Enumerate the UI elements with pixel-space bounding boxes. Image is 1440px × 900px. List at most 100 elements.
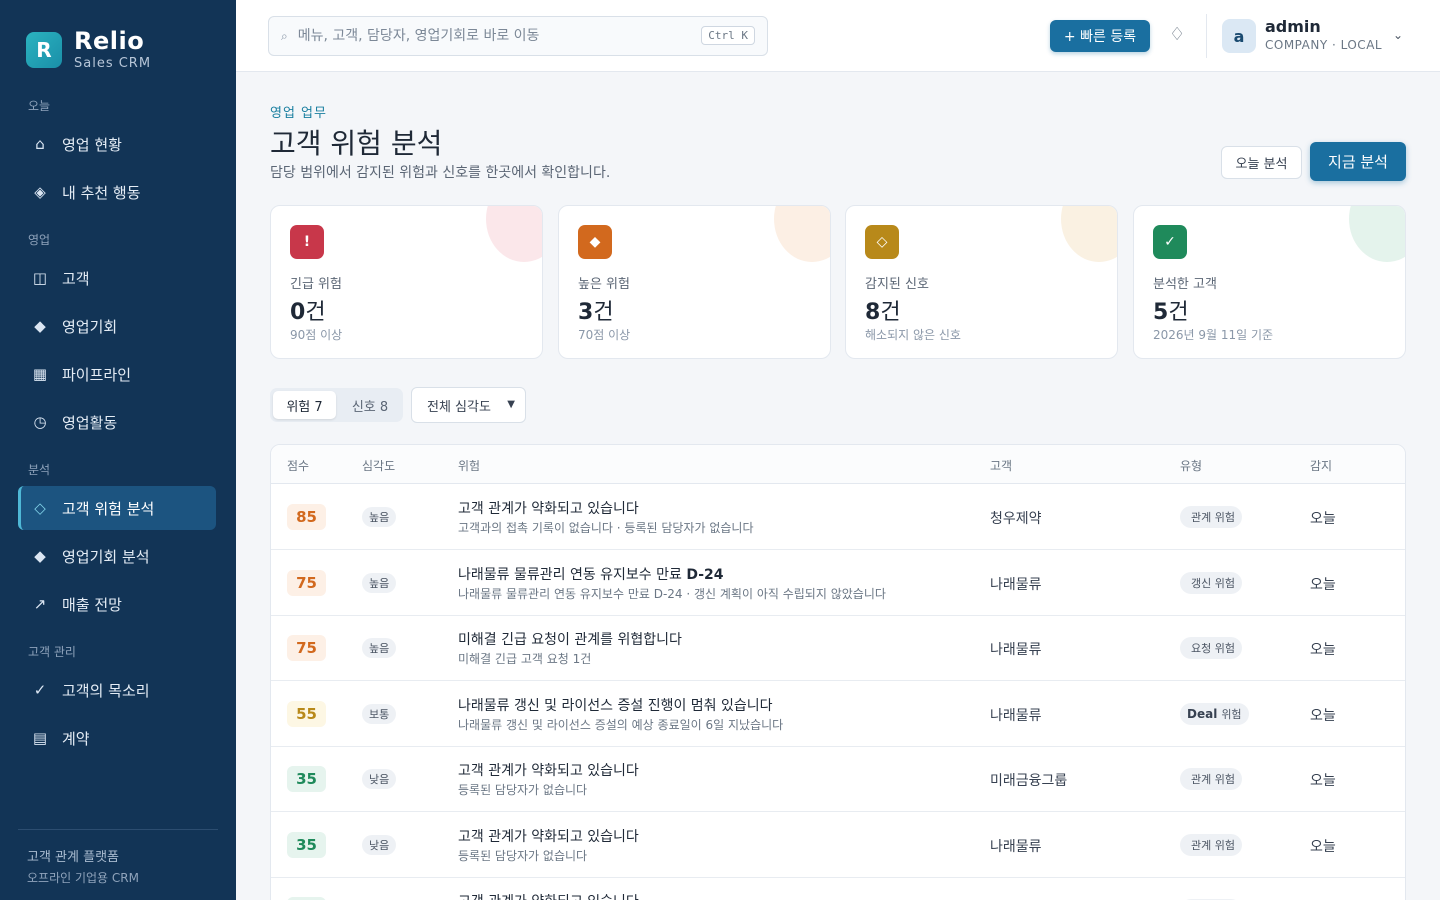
diamond-icon: ◆: [34, 547, 46, 565]
stat-label: 감지된 신호: [865, 277, 929, 292]
user-org: COMPANY · LOCAL: [1265, 38, 1383, 52]
risk-title[interactable]: 고객 관계가 약화되고 있습니다: [458, 498, 639, 518]
sidebar-item-recommended[interactable]: ◈ 내 추천 행동: [18, 170, 216, 214]
sidebar-item-opportunities[interactable]: ◆ 영업기회: [18, 304, 216, 348]
check-icon: ✓: [33, 681, 47, 699]
th-customer[interactable]: 고객: [990, 457, 1012, 474]
risk-score: 35: [287, 831, 326, 858]
stat-sub: 70점 이상: [578, 328, 631, 342]
page-description: 담당 범위에서 감지된 위험과 신호를 한곳에서 확인합니다.: [270, 165, 611, 181]
tab-risk[interactable]: 위험 7: [273, 391, 336, 419]
risk-title[interactable]: 고객 관계가 약화되고 있습니다: [458, 891, 639, 900]
risk-title[interactable]: 고객 관계가 약화되고 있습니다: [458, 826, 639, 846]
risk-description: 등록된 담당자가 없습니다: [458, 783, 588, 797]
brand[interactable]: R Relio Sales CRM: [26, 28, 151, 71]
severity-select[interactable]: 전체 심각도 ▼: [411, 387, 526, 423]
table-row[interactable]: 85 높음 고객 관계가 약화되고 있습니다 고객과의 접촉 기록이 없습니다 · 등…: [271, 484, 1405, 550]
severity-badge: 높음: [362, 638, 397, 658]
customer-name[interactable]: 나래물류: [990, 836, 1042, 856]
avatar[interactable]: a: [1222, 19, 1256, 53]
table-row[interactable]: 75 높음 미해결 긴급 요청이 관계를 위협합니다 미해결 긴급 고객 요청 1건 나…: [271, 615, 1405, 681]
customer-name[interactable]: 나래물류: [990, 639, 1042, 659]
th-risk[interactable]: 위험: [458, 457, 480, 474]
search-box[interactable]: ⌕ Ctrl K: [268, 16, 768, 56]
th-detected[interactable]: 감지: [1310, 457, 1332, 474]
sidebar-item-opportunity-analysis[interactable]: ◆ 영업기회 분석: [18, 534, 216, 578]
today-analysis-button[interactable]: 오늘 분석: [1221, 146, 1302, 179]
sidebar-item-label: 고객의 목소리: [62, 681, 150, 700]
stat-card-analyzed: ✓ 분석한 고객 5건 2026년 9월 11일 기준: [1133, 205, 1406, 359]
search-input[interactable]: [297, 28, 688, 44]
table-row[interactable]: 35 낮음 고객 관계가 약화되고 있습니다 등록된 담당자가 없습니다 미래금융그룹 관…: [271, 746, 1405, 812]
detected-date: 오늘: [1310, 642, 1336, 658]
stat-label: 긴급 위험: [290, 277, 342, 292]
th-type[interactable]: 유형: [1180, 457, 1202, 474]
table-row[interactable]: 75 높음 나래물류 물류관리 연동 유지보수 만료 D-24 나래물류 물류관리 연…: [271, 550, 1405, 616]
sidebar-item-label: 영업기회 분석: [62, 547, 150, 566]
customer-name[interactable]: 나래물류: [990, 705, 1042, 725]
stat-value: 3건: [578, 300, 614, 325]
notification-icon[interactable]: ♢: [1169, 24, 1185, 45]
risk-title[interactable]: 나래물류 갱신 및 라이선스 증설 진행이 멈춰 있습니다: [458, 695, 773, 715]
risk-title[interactable]: 나래물류 물류관리 연동 유지보수 만료 D-24: [458, 564, 724, 584]
risk-type-badge: 갱신 위험: [1180, 571, 1242, 594]
detected-date: 오늘: [1310, 838, 1336, 855]
home-icon: ⌂: [35, 135, 45, 153]
table-header: 점수 심각도 위험 고객 유형 감지: [271, 445, 1405, 484]
risk-type-badge: Deal 위험: [1180, 702, 1249, 725]
sidebar-item-risk-analysis[interactable]: ◇ 고객 위험 분석: [18, 486, 216, 530]
sidebar-item-label: 고객: [62, 269, 90, 288]
severity-badge: 보통: [362, 703, 397, 724]
user-name[interactable]: admin: [1265, 17, 1321, 36]
diamond-outline-icon: ◇: [34, 499, 46, 517]
customer-name[interactable]: 나래물류: [990, 574, 1042, 594]
diamond-outline-icon: ◇: [865, 225, 899, 259]
sidebar-item-activities[interactable]: ◷ 영업활동: [18, 400, 216, 444]
customer-name[interactable]: 미래금융그룹: [990, 770, 1067, 790]
sparkle-icon: ◈: [34, 183, 46, 201]
severity-select-value: 전체 심각도: [427, 399, 491, 415]
search-shortcut: Ctrl K: [701, 26, 755, 45]
sidebar-item-pipeline[interactable]: ▦ 파이프라인: [18, 352, 216, 396]
page-title: 고객 위험 분석: [270, 127, 443, 160]
clock-icon: ◷: [33, 413, 47, 431]
sidebar-item-label: 계약: [62, 729, 90, 748]
risk-type-badge: 관계 위험: [1180, 506, 1242, 528]
severity-badge: 높음: [362, 572, 397, 593]
sidebar-item-customers[interactable]: ◫ 고객: [18, 256, 216, 300]
sidebar-item-voice-of-customer[interactable]: ✓ 고객의 목소리: [18, 668, 216, 712]
severity-badge: 낮음: [362, 769, 397, 789]
detected-date: 오늘: [1310, 707, 1336, 724]
th-score[interactable]: 점수: [287, 457, 309, 474]
table-row[interactable]: 55 보통 나래물류 갱신 및 라이선스 증설 진행이 멈춰 있습니다 나래물류 갱신…: [271, 681, 1405, 747]
risk-type-badge: 관계 위험: [1180, 768, 1242, 790]
risk-table: 점수 심각도 위험 고객 유형 감지 85 높음 고객 관계가 약화되고 있습니다 고…: [270, 444, 1406, 900]
stat-card-urgent: ! 긴급 위험 0건 90점 이상: [270, 205, 543, 359]
th-severity[interactable]: 심각도: [362, 457, 395, 474]
table-row[interactable]: 35낮음고객 관계가 약화되고 있습니다관계 위험: [271, 877, 1405, 900]
risk-title[interactable]: 고객 관계가 약화되고 있습니다: [458, 760, 639, 780]
risk-score: 75: [287, 569, 326, 596]
sidebar-item-label: 영업활동: [62, 413, 118, 432]
analyze-now-button[interactable]: 지금 분석: [1310, 142, 1406, 181]
sidebar-footer: 고객 관계 플랫폼 오프라인 기업용 CRM: [18, 829, 218, 886]
sidebar-item-label: 매출 전망: [62, 595, 122, 614]
topbar: ⌕ Ctrl K + 빠른 등록 ♢ a admin COMPANY · LOC…: [236, 0, 1440, 72]
stat-sub: 해소되지 않은 신호: [865, 328, 961, 342]
risk-title[interactable]: 미해결 긴급 요청이 관계를 위협합니다: [458, 629, 682, 649]
nav-group-analysis: 분석: [28, 463, 51, 477]
sidebar-item-contracts[interactable]: ▤ 계약: [18, 716, 216, 760]
quick-add-button[interactable]: + 빠른 등록: [1050, 20, 1150, 52]
sidebar-item-label: 고객 위험 분석: [62, 499, 155, 518]
brand-sub: Sales CRM: [74, 56, 152, 71]
decorative-blob: [1349, 206, 1405, 262]
sidebar-item-forecast[interactable]: ↗ 매출 전망: [18, 582, 216, 626]
search-icon: ⌕: [281, 28, 288, 43]
chevron-down-icon[interactable]: ⌄: [1393, 28, 1403, 42]
table-row[interactable]: 35 낮음 고객 관계가 약화되고 있습니다 등록된 담당자가 없습니다 나래물류 관계 …: [271, 812, 1405, 878]
tab-signal[interactable]: 신호 8: [340, 391, 400, 419]
sidebar-item-dashboard[interactable]: ⌂ 영업 현황: [18, 122, 216, 166]
customer-name[interactable]: 청우제약: [990, 508, 1042, 528]
sidebar-item-label: 파이프라인: [62, 365, 132, 384]
chevron-down-icon: ▼: [507, 399, 515, 410]
